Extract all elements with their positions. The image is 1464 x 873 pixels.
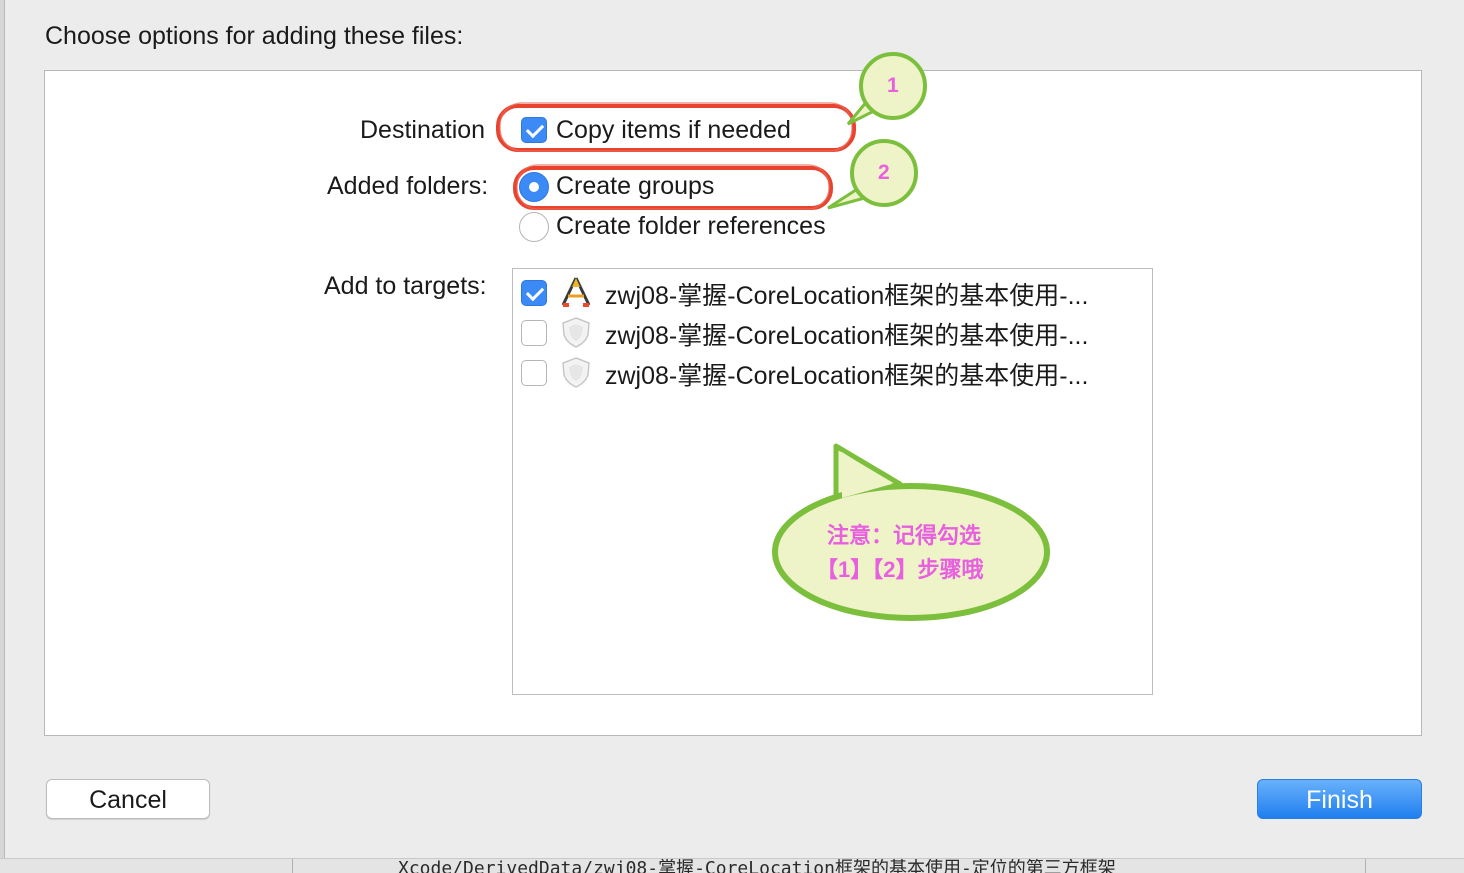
target-row[interactable]: zwj08-掌握-CoreLocation框架的基本使用-... — [513, 351, 1153, 391]
create-groups-label[interactable]: Create groups — [556, 172, 714, 201]
annotation-note-line1: 注意：记得勾选 — [827, 523, 982, 548]
background-window-edge — [0, 0, 5, 872]
target-checkbox[interactable] — [521, 360, 547, 386]
target-name: zwj08-掌握-CoreLocation框架的基本使用-... — [605, 322, 1089, 350]
target-name: zwj08-掌握-CoreLocation框架的基本使用-... — [605, 282, 1089, 310]
annotation-note-line2: 【1】【2】步骤哦 — [816, 557, 984, 582]
add-to-targets-label: Add to targets: — [324, 272, 487, 300]
target-row[interactable]: zwj08-掌握-CoreLocation框架的基本使用-... — [513, 271, 1153, 311]
finish-button[interactable]: Finish — [1257, 779, 1422, 819]
test-target-shield-icon — [562, 357, 590, 388]
create-folder-references-label[interactable]: Create folder references — [556, 212, 826, 241]
added-folders-label: Added folders: — [327, 172, 489, 200]
divider — [292, 859, 293, 873]
target-name: zwj08-掌握-CoreLocation框架的基本使用-... — [605, 362, 1089, 390]
background-editor-strip: Xcode/DerivedData/zwj08-掌握-CoreLocation框… — [0, 858, 1464, 873]
target-checkbox[interactable] — [521, 320, 547, 346]
target-row[interactable]: zwj08-掌握-CoreLocation框架的基本使用-... — [513, 311, 1153, 351]
divider — [1365, 859, 1366, 873]
destination-label: Destination — [360, 116, 486, 144]
background-path-text: Xcode/DerivedData/zwj08-掌握-CoreLocation框… — [398, 858, 1116, 873]
annotation-badge-1: 1 — [887, 74, 899, 97]
targets-list[interactable]: zwj08-掌握-CoreLocation框架的基本使用-... zwj08-掌… — [512, 268, 1153, 695]
dialog-title: Choose options for adding these files: — [45, 22, 464, 50]
target-checkbox[interactable] — [521, 280, 547, 306]
annotation-badge-2: 2 — [878, 161, 890, 184]
create-groups-radio[interactable] — [519, 172, 549, 202]
copy-items-label[interactable]: Copy items if needed — [556, 116, 791, 145]
app-target-icon — [561, 277, 591, 307]
create-folder-references-radio[interactable] — [519, 212, 549, 242]
test-target-shield-icon — [562, 317, 590, 348]
copy-items-checkbox[interactable] — [521, 117, 547, 143]
cancel-button[interactable]: Cancel — [46, 779, 210, 819]
